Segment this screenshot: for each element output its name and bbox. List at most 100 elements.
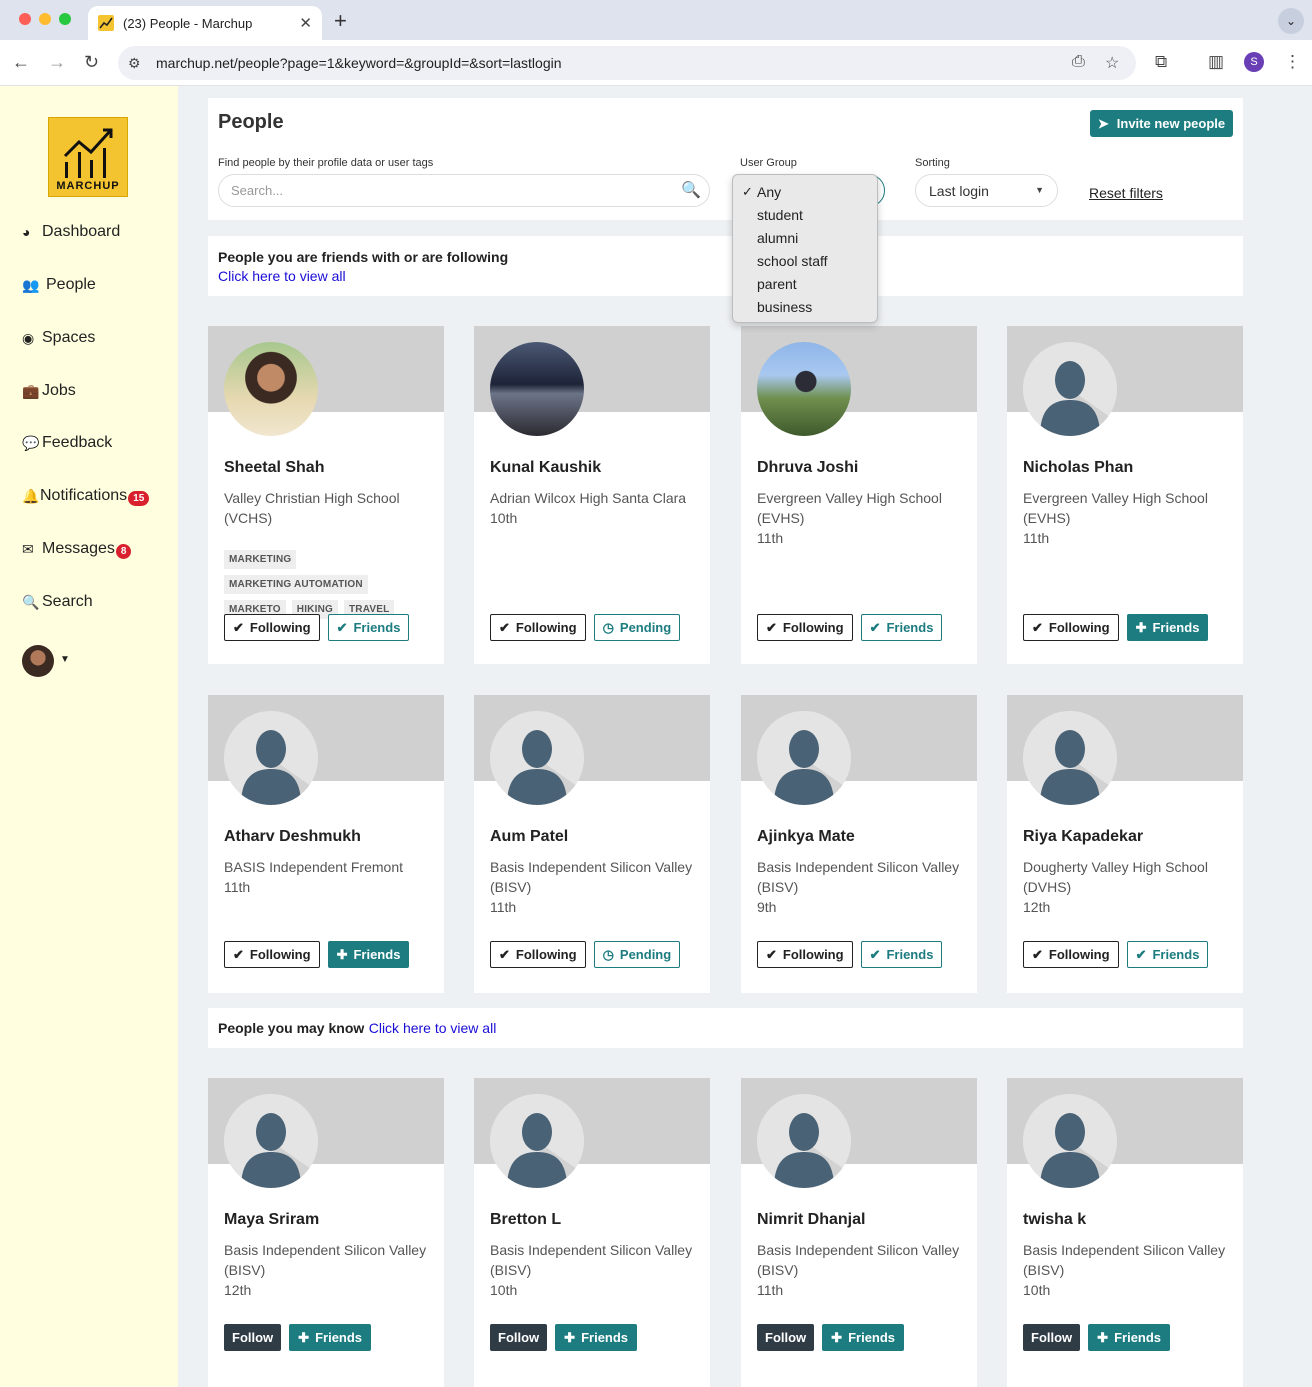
following-button[interactable]: ✔ Following — [224, 941, 320, 968]
default-avatar-icon[interactable] — [1023, 711, 1117, 805]
extensions-icon[interactable]: ⧉ — [1155, 52, 1167, 72]
browser-tab[interactable]: (23) People - Marchup ✕ — [88, 6, 322, 40]
forward-icon[interactable]: → — [48, 52, 66, 73]
users-icon: 👥 — [22, 276, 40, 293]
person-name[interactable]: Riya Kapadekar — [1023, 828, 1143, 846]
following-button[interactable]: ✔ Following — [490, 614, 586, 641]
default-avatar-icon[interactable] — [490, 1094, 584, 1188]
friends-button[interactable]: ◷ Pending — [593, 941, 681, 968]
dropdown-option[interactable]: ✓ Any — [733, 180, 877, 203]
friends-button[interactable]: ✔ Friends — [860, 941, 943, 968]
friends-button[interactable]: ◷ Pending — [593, 614, 681, 641]
minimize-window-icon[interactable] — [39, 13, 51, 25]
install-app-icon[interactable]: ⎙ — [1072, 53, 1085, 71]
side-panel-icon[interactable]: ▥ — [1208, 52, 1224, 72]
following-button[interactable]: ✔ Following — [757, 941, 853, 968]
tab-close-icon[interactable]: ✕ — [299, 14, 312, 32]
person-name[interactable]: Aum Patel — [490, 828, 568, 846]
friends-button[interactable]: ✚ Friends — [327, 941, 410, 968]
person-school: Adrian Wilcox High Santa Clara 10th — [490, 490, 687, 526]
dropdown-option[interactable]: business — [733, 295, 877, 318]
following-button[interactable]: ✔ Following — [224, 614, 320, 641]
new-tab-icon[interactable]: + — [334, 8, 347, 34]
follow-button[interactable]: Follow — [757, 1324, 815, 1351]
know-view-all-link[interactable]: Click here to view all — [369, 1020, 497, 1036]
dropdown-option[interactable]: school staff — [733, 249, 877, 272]
follow-button[interactable]: Follow — [1023, 1324, 1081, 1351]
person-name[interactable]: Sheetal Shah — [224, 459, 324, 477]
sidebar-item-notifications[interactable]: 🔔 Notifications 15 — [22, 487, 150, 506]
person-name[interactable]: Dhruva Joshi — [757, 459, 858, 477]
friends-view-all-link[interactable]: Click here to view all — [218, 268, 346, 284]
friends-section-title: People you are friends with or are follo… — [218, 249, 509, 265]
person-name[interactable]: Nimrit Dhanjal — [757, 1211, 865, 1229]
close-window-icon[interactable] — [19, 13, 31, 25]
add-friend-button[interactable]: ✚ Friends — [555, 1324, 638, 1351]
following-button[interactable]: ✔ Following — [490, 941, 586, 968]
search-input[interactable]: Search... 🔍 — [218, 174, 710, 207]
default-avatar-icon[interactable] — [224, 711, 318, 805]
logo-chart-icon — [63, 128, 113, 178]
user-menu-caret-icon[interactable]: ▼ — [60, 654, 70, 665]
person-name[interactable]: Kunal Kaushik — [490, 459, 601, 477]
invite-new-people-button[interactable]: ➤ Invite new people — [1090, 110, 1233, 137]
user-tag[interactable]: MARKETING — [224, 550, 297, 569]
default-avatar-icon[interactable] — [1023, 1094, 1117, 1188]
add-friend-button[interactable]: ✚ Friends — [1088, 1324, 1171, 1351]
sidebar-item-messages[interactable]: ✉ Messages 8 — [22, 540, 132, 559]
address-bar[interactable]: ⚙ marchup.net/people?page=1&keyword=&gro… — [118, 46, 1136, 80]
dropdown-option[interactable]: parent — [733, 272, 877, 295]
person-name[interactable]: Bretton L — [490, 1211, 561, 1229]
sidebar-item-search[interactable]: 🔍 Search — [22, 593, 93, 611]
sorting-select[interactable]: Last login ▼ — [915, 174, 1058, 207]
following-button[interactable]: ✔ Following — [757, 614, 853, 641]
search-icon[interactable]: 🔍 — [681, 180, 701, 200]
profile-photo[interactable] — [224, 342, 318, 436]
bookmark-star-icon[interactable]: ☆ — [1105, 53, 1119, 73]
person-name[interactable]: twisha k — [1023, 1211, 1086, 1229]
sidebar-item-dashboard[interactable]: ◕ Dashboard — [22, 223, 120, 241]
dropdown-option[interactable]: alumni — [733, 226, 877, 249]
following-button[interactable]: ✔ Following — [1023, 614, 1119, 641]
maximize-window-icon[interactable] — [59, 13, 71, 25]
person-name[interactable]: Atharv Deshmukh — [224, 828, 361, 846]
marchup-logo[interactable]: MARCHUP — [48, 117, 128, 197]
sidebar-item-spaces[interactable]: ◉ Spaces — [22, 329, 95, 347]
default-avatar-icon[interactable] — [757, 711, 851, 805]
browser-menu-icon[interactable]: ⋮ — [1284, 52, 1301, 72]
person-name[interactable]: Nicholas Phan — [1023, 459, 1133, 477]
sidebar-item-jobs[interactable]: 💼 Jobs — [22, 382, 76, 400]
friends-button[interactable]: ✔ Friends — [1126, 941, 1209, 968]
check-icon: ✔ — [766, 619, 777, 635]
add-friend-button[interactable]: ✚ Friends — [289, 1324, 372, 1351]
back-icon[interactable]: ← — [12, 52, 30, 73]
user-avatar[interactable] — [22, 645, 54, 677]
person-school: Valley Christian High School (VCHS) — [224, 490, 400, 526]
check-icon: ✔ — [499, 946, 510, 962]
default-avatar-icon[interactable] — [757, 1094, 851, 1188]
sidebar-item-people[interactable]: 👥 People — [22, 276, 96, 294]
dropdown-option[interactable]: student — [733, 203, 877, 226]
follow-button[interactable]: Follow — [490, 1324, 548, 1351]
profile-photo[interactable] — [490, 342, 584, 436]
person-name[interactable]: Ajinkya Mate — [757, 828, 855, 846]
user-tag[interactable]: MARKETING AUTOMATION — [224, 575, 368, 594]
following-button[interactable]: ✔ Following — [1023, 941, 1119, 968]
profile-photo[interactable] — [757, 342, 851, 436]
friends-button[interactable]: ✔ Friends — [327, 614, 410, 641]
default-avatar-icon[interactable] — [1023, 342, 1117, 436]
follow-button[interactable]: Follow — [224, 1324, 282, 1351]
friends-button[interactable]: ✚ Friends — [1126, 614, 1209, 641]
tab-search-icon[interactable]: ⌄ — [1278, 8, 1304, 34]
sidebar-item-feedback[interactable]: 💬 Feedback — [22, 434, 112, 452]
person-name[interactable]: Maya Sriram — [224, 1211, 319, 1229]
reload-icon[interactable]: ↻ — [84, 52, 99, 73]
default-avatar-icon[interactable] — [224, 1094, 318, 1188]
friends-button[interactable]: ✔ Friends — [860, 614, 943, 641]
add-friend-button[interactable]: ✚ Friends — [822, 1324, 905, 1351]
site-settings-icon[interactable]: ⚙ — [128, 55, 146, 72]
invite-label: Invite new people — [1116, 116, 1226, 131]
browser-profile-avatar[interactable]: S — [1244, 52, 1264, 72]
reset-filters-link[interactable]: Reset filters — [1089, 185, 1163, 201]
default-avatar-icon[interactable] — [490, 711, 584, 805]
